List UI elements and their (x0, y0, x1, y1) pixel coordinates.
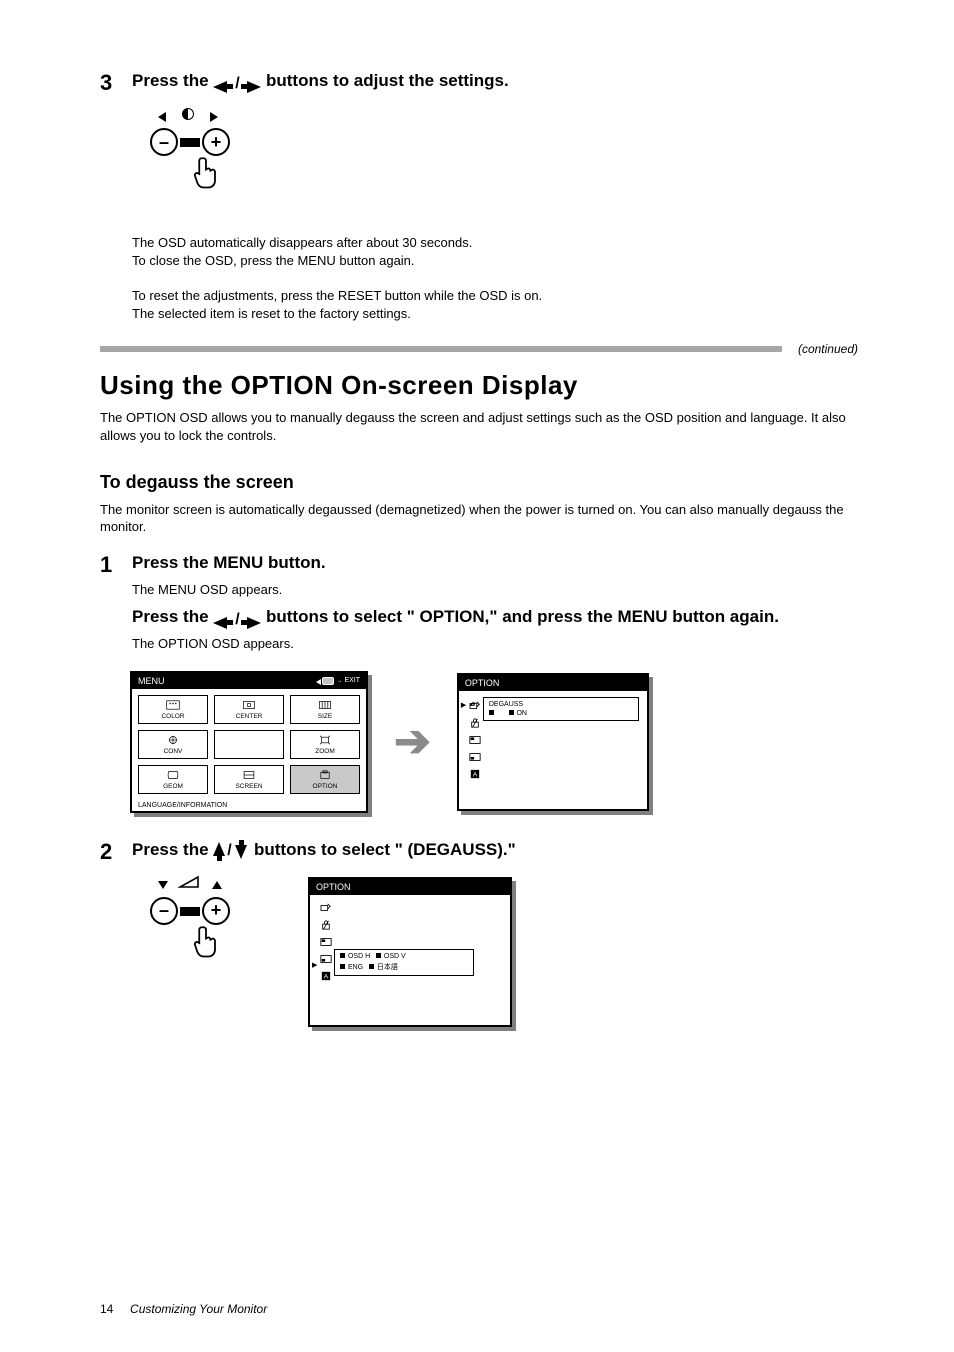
step-2-number: 2 (100, 839, 132, 865)
lang-icon: A (320, 971, 332, 984)
arrow-up-icon (212, 881, 222, 889)
osd-panels-row: MENU → EXIT COLOR CENTER SIZE CONV ZOOM (130, 671, 858, 813)
arrow-right-icon (210, 112, 218, 122)
step-3-number: 3 (100, 70, 132, 96)
conv-icon (139, 733, 207, 747)
screen-icon (215, 768, 283, 782)
step-1-sub: The MENU OSD appears. (132, 581, 779, 599)
step-1b-title: Press the / buttons to select " OPTION,"… (132, 606, 779, 629)
volume-icon (178, 875, 200, 889)
plus-button[interactable]: + (202, 897, 230, 925)
osd-v-icon (320, 954, 332, 967)
svg-text:A: A (473, 771, 478, 778)
reset-note: To reset the adjustments, press the RESE… (132, 287, 858, 322)
option-icon-column: A (469, 701, 481, 782)
option-selection-marker-icon: ▶ (312, 961, 317, 969)
degauss-icon (320, 903, 332, 916)
footer-text: Customizing Your Monitor (130, 1302, 267, 1316)
section-continued: (continued) (798, 342, 858, 356)
step-2: 2 Press the / buttons to select " (DEGAU… (100, 839, 858, 865)
osd-cell-zoom[interactable]: ZOOM (290, 730, 360, 759)
osd-menu-panel: MENU → EXIT COLOR CENTER SIZE CONV ZOOM (130, 671, 368, 813)
minus-button[interactable]: – (150, 128, 178, 156)
step-2-figures: – + OPTION A ▶ OSD H OSD V (136, 877, 858, 1027)
step-3-note: The OSD automatically disappears after a… (132, 234, 858, 269)
osd-h-icon (469, 735, 481, 748)
osd-cell-geom[interactable]: GEOM (138, 765, 208, 794)
osd-v-icon (469, 752, 481, 765)
arrow-right-big-icon: ➔ (394, 716, 431, 767)
left-right-arrows-icon: / (213, 75, 261, 89)
plus-button[interactable]: + (202, 128, 230, 156)
degauss-paragraph: The monitor screen is automatically dega… (100, 501, 858, 536)
svg-text:A: A (324, 973, 329, 980)
center-icon (215, 698, 283, 712)
osd-menu-exit-hint: → EXIT (322, 677, 360, 685)
section-subtitle: The OPTION OSD allows you to manually de… (100, 409, 858, 445)
step-1-number: 1 (100, 552, 132, 578)
osd-cell-center[interactable]: CENTER (214, 695, 284, 724)
osd-option-panel-lang: OPTION A ▶ OSD H OSD V ENG 日本語 (308, 877, 512, 1027)
osd-option-title: OPTION (310, 879, 510, 895)
degauss-tooltip: DEGAUSS ON (483, 697, 639, 721)
updown-buttons-figure: – + (136, 877, 266, 977)
step-1: 1 Press the MENU button. The MENU OSD ap… (100, 552, 858, 653)
section-title: Using the OPTION On-screen Display (100, 370, 858, 401)
contrast-buttons-figure: – + (136, 108, 266, 208)
geom-icon (139, 768, 207, 782)
minus-button[interactable]: – (150, 897, 178, 925)
size-icon (291, 698, 359, 712)
lang-icon: A (469, 769, 481, 782)
osd-option-panel: OPTION ▶ A DEGAUSS ON (457, 673, 649, 811)
left-right-arrows-icon: / (213, 611, 261, 625)
degauss-icon (469, 701, 481, 714)
hand-pointer-icon (192, 925, 220, 961)
osd-option-title: OPTION (459, 675, 647, 691)
arrow-down-icon (158, 881, 168, 889)
arrow-left-icon (158, 112, 166, 122)
step-3-title: Press the / buttons to adjust the settin… (132, 70, 509, 93)
zoom-icon (291, 733, 359, 747)
option-selection-marker-icon: ▶ (461, 701, 466, 709)
lock-icon (320, 920, 332, 933)
page-number: 14 (100, 1302, 113, 1316)
step-3: 3 Press the / buttons to adjust the sett… (100, 70, 858, 96)
button-bar-icon (180, 141, 200, 144)
step-2-title: Press the / buttons to select " (DEGAUSS… (132, 839, 516, 862)
option-icon-column: A (320, 903, 332, 984)
osd-cell-color[interactable]: COLOR (138, 695, 208, 724)
section-bar (100, 346, 782, 352)
option-icon (291, 768, 359, 782)
exit-icon (322, 677, 334, 685)
section-header: (continued) (100, 342, 858, 356)
contrast-icon (182, 108, 194, 120)
page-footer: 14 Customizing Your Monitor (100, 1302, 267, 1316)
color-icon (139, 698, 207, 712)
osd-cell-conv[interactable]: CONV (138, 730, 208, 759)
osd-h-icon (320, 937, 332, 950)
degauss-heading: To degauss the screen (100, 472, 858, 493)
up-down-arrows-icon: / (213, 842, 249, 858)
osd-cell-screen[interactable]: SCREEN (214, 765, 284, 794)
osd-menu-title: MENU (138, 676, 165, 686)
lock-icon (469, 718, 481, 731)
step-1-title: Press the MENU button. (132, 552, 779, 575)
hand-pointer-icon (192, 156, 220, 192)
osd-menu-titlebar: MENU → EXIT (132, 673, 366, 689)
osd-cell-size[interactable]: SIZE (290, 695, 360, 724)
lang-tooltip: OSD H OSD V ENG 日本語 (334, 949, 474, 976)
osd-cell-option[interactable]: OPTION (290, 765, 360, 794)
osd-cell-empty (214, 730, 284, 759)
step-1b-sub: The OPTION OSD appears. (132, 635, 779, 653)
osd-menu-footer: LANGUAGE/INFORMATION (132, 802, 366, 811)
button-bar-icon (180, 910, 200, 913)
